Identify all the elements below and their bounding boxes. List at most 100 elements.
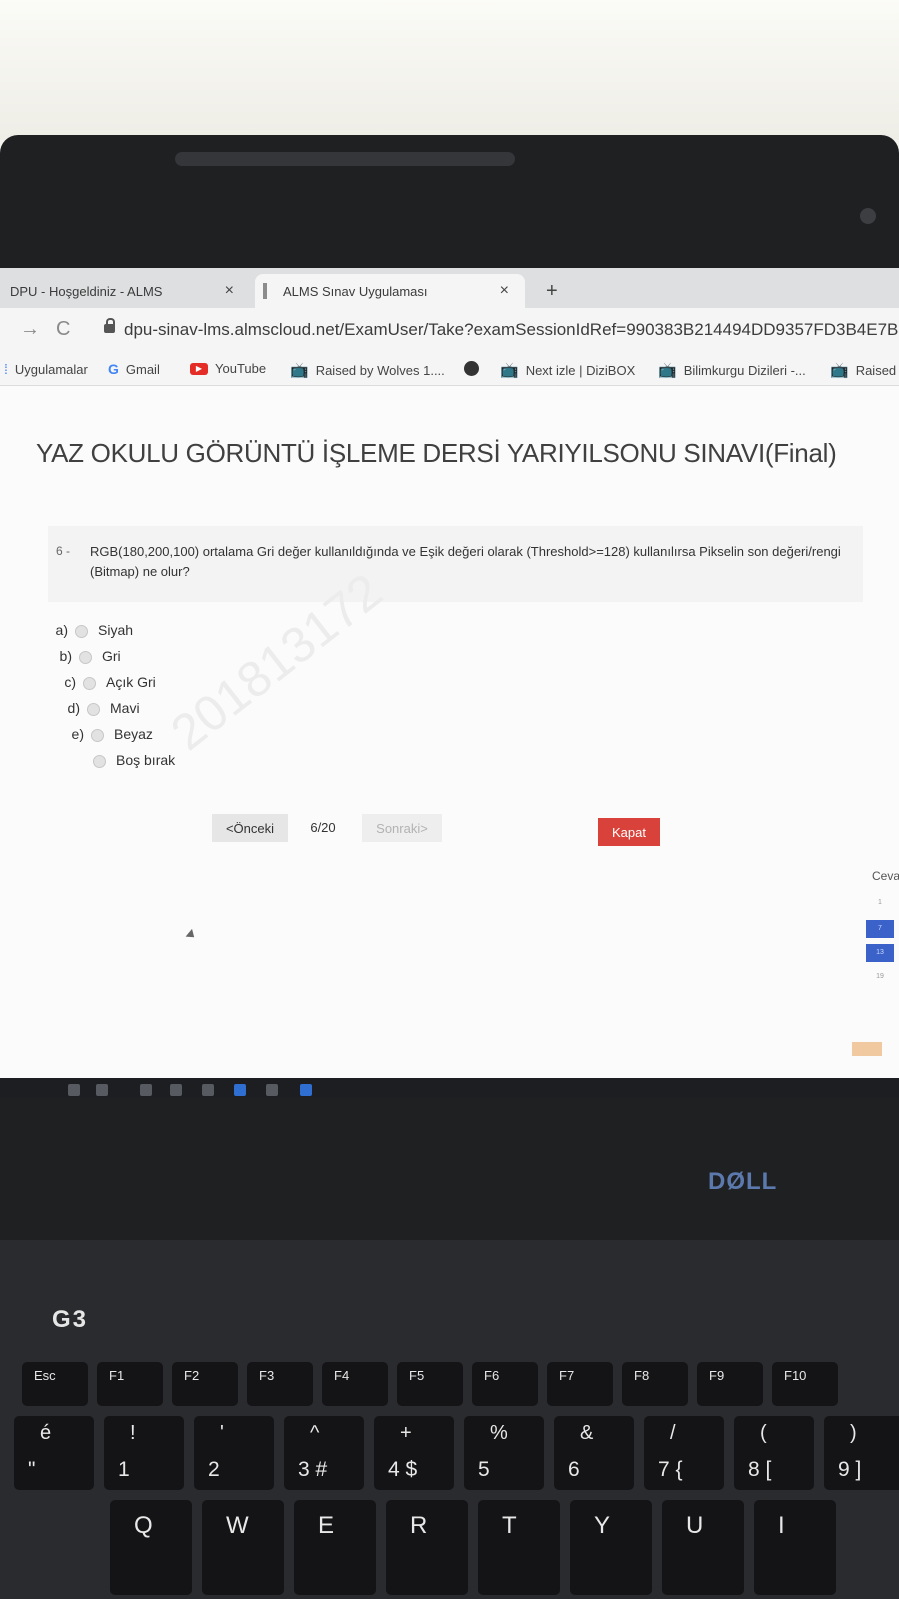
start-icon[interactable] [68,1084,80,1096]
close-exam-button[interactable]: Kapat [598,818,660,846]
folder-icon[interactable] [170,1084,182,1096]
background-wall [0,0,899,140]
key-label: 6 [568,1458,580,1481]
bookmark-bilimkurgu[interactable]: 📺 Bilimkurgu Dizileri -... [658,361,806,379]
key-fn-8[interactable]: F8 [622,1362,688,1406]
key-num-7[interactable]: / 7 { [644,1416,724,1490]
key-num-0[interactable]: é " [14,1416,94,1490]
key-fn-7[interactable]: F7 [547,1362,613,1406]
key-label: 2 [208,1458,220,1481]
app-icon[interactable] [300,1084,312,1096]
key-label: F9 [709,1368,725,1383]
previous-button[interactable]: <Önceki [212,814,288,842]
bookmark-dizibox[interactable]: 📺 Next izle | DiziBOX [500,361,635,379]
bookmark-raised[interactable]: 📺 Raised [830,361,896,379]
next-button[interactable]: Sonraki> [362,814,442,842]
key-label: ' [220,1422,224,1444]
key-num-9[interactable]: ) 9 ] [824,1416,899,1490]
key-label: ( [760,1422,767,1444]
key-fn-10[interactable]: F10 [772,1362,838,1406]
bookmark-apps[interactable]: ⁞ Uygulamalar [4,361,88,377]
page-title: YAZ OKULU GÖRÜNTÜ İŞLEME DERSİ YARIYILSO… [36,438,837,468]
tab-exam-app[interactable]: ALMS Sınav Uygulaması × [255,274,525,308]
radio-button[interactable] [75,625,88,638]
question-nav-cell[interactable]: 13 [866,944,894,962]
question-number: 6 - [56,544,71,558]
option-letter: d) [67,700,80,716]
key-fn-5[interactable]: F5 [397,1362,463,1406]
answers-panel-label: Ceva [872,869,899,883]
key-label: I [778,1512,785,1539]
key-fn-4[interactable]: F4 [322,1362,388,1406]
google-icon: G [108,361,119,377]
key-fn-2[interactable]: F2 [172,1362,238,1406]
forward-icon[interactable]: → [20,318,40,341]
key-letter-4[interactable]: T [478,1500,560,1595]
key-num-2[interactable]: ' 2 [194,1416,274,1490]
key-num-4[interactable]: +4 $ [374,1416,454,1490]
key-letter-7[interactable]: I [754,1500,836,1595]
key-label: Q [134,1512,153,1539]
radio-button[interactable] [79,651,92,664]
task-view-icon[interactable] [96,1084,108,1096]
windows-taskbar [0,1078,899,1098]
option-label: Beyaz [114,726,153,742]
bookmark-raised-by-wolves[interactable]: 📺 Raised by Wolves 1.... [290,361,445,379]
url-input[interactable]: dpu-sinav-lms.almscloud.net/ExamUser/Tak… [124,320,899,340]
radio-button[interactable] [83,677,96,690]
question-box: 6 - RGB(180,200,100) ortalama Gri değer … [48,526,863,602]
question-nav-cell[interactable]: 7 [866,920,894,938]
key-fn-1[interactable]: F1 [97,1362,163,1406]
key-letter-1[interactable]: W [202,1500,284,1595]
bookmark-youtube[interactable]: ▶ YouTube [190,361,266,376]
close-icon[interactable]: × [225,282,234,300]
question-text: RGB(180,200,100) ortalama Gri değer kull… [90,544,841,579]
reload-icon[interactable]: C [56,318,70,341]
key-num-8[interactable]: (8 [ [734,1416,814,1490]
app-icon[interactable] [140,1084,152,1096]
radio-button[interactable] [87,703,100,716]
new-tab-icon[interactable]: + [546,280,558,303]
key-label: 3 # [298,1458,328,1481]
word-icon[interactable] [234,1084,246,1096]
key-label: T [502,1512,517,1539]
key-label: W [226,1512,249,1539]
bookmark-gmail[interactable]: G Gmail [108,361,160,377]
option-label: Gri [102,648,121,664]
key-letter-5[interactable]: Y [570,1500,652,1595]
page-counter: 6/20 [310,820,336,835]
browser-icon[interactable] [202,1084,214,1096]
key-label: 1 [118,1458,130,1481]
key-letter-3[interactable]: R [386,1500,468,1595]
radio-button[interactable] [91,729,104,742]
key-label: F5 [409,1368,425,1383]
question-nav-cell[interactable]: 19 [866,968,894,986]
tab-dpu-welcome[interactable]: DPU - Hoşgeldiniz - ALMS × [0,274,250,308]
app-icon[interactable] [266,1084,278,1096]
browser-tab-strip: DPU - Hoşgeldiniz - ALMS × ALMS Sınav Uy… [0,268,899,308]
bookmark-globe[interactable] [464,361,486,376]
tv-icon: 📺 [830,362,849,379]
key-label: 5 [478,1458,490,1481]
radio-button[interactable] [93,755,106,768]
key-letter-0[interactable]: Q [110,1500,192,1595]
bookmarks-bar: ⁞ Uygulamalar G Gmail ▶ YouTube 📺 Raised… [0,352,899,386]
close-icon[interactable]: × [500,282,509,300]
key-fn-9[interactable]: F9 [697,1362,763,1406]
key-fn-3[interactable]: F3 [247,1362,313,1406]
key-num-3[interactable]: ^ 3 # [284,1416,364,1490]
question-nav-cell[interactable]: 1 [866,894,894,912]
key-num-1[interactable]: ! 1 [104,1416,184,1490]
key-label: ! [130,1422,136,1444]
key-label: F2 [184,1368,200,1383]
key-fn-6[interactable]: F6 [472,1362,538,1406]
key-num-5[interactable]: % 5 [464,1416,544,1490]
key-label: E [318,1512,335,1539]
mouse-cursor-icon [185,928,198,942]
key-num-6[interactable]: & 6 [554,1416,634,1490]
key-label: F6 [484,1368,500,1383]
key-letter-6[interactable]: U [662,1500,744,1595]
key-label: 9 ] [838,1458,862,1481]
key-fn-0[interactable]: Esc [22,1362,88,1406]
key-letter-2[interactable]: E [294,1500,376,1595]
